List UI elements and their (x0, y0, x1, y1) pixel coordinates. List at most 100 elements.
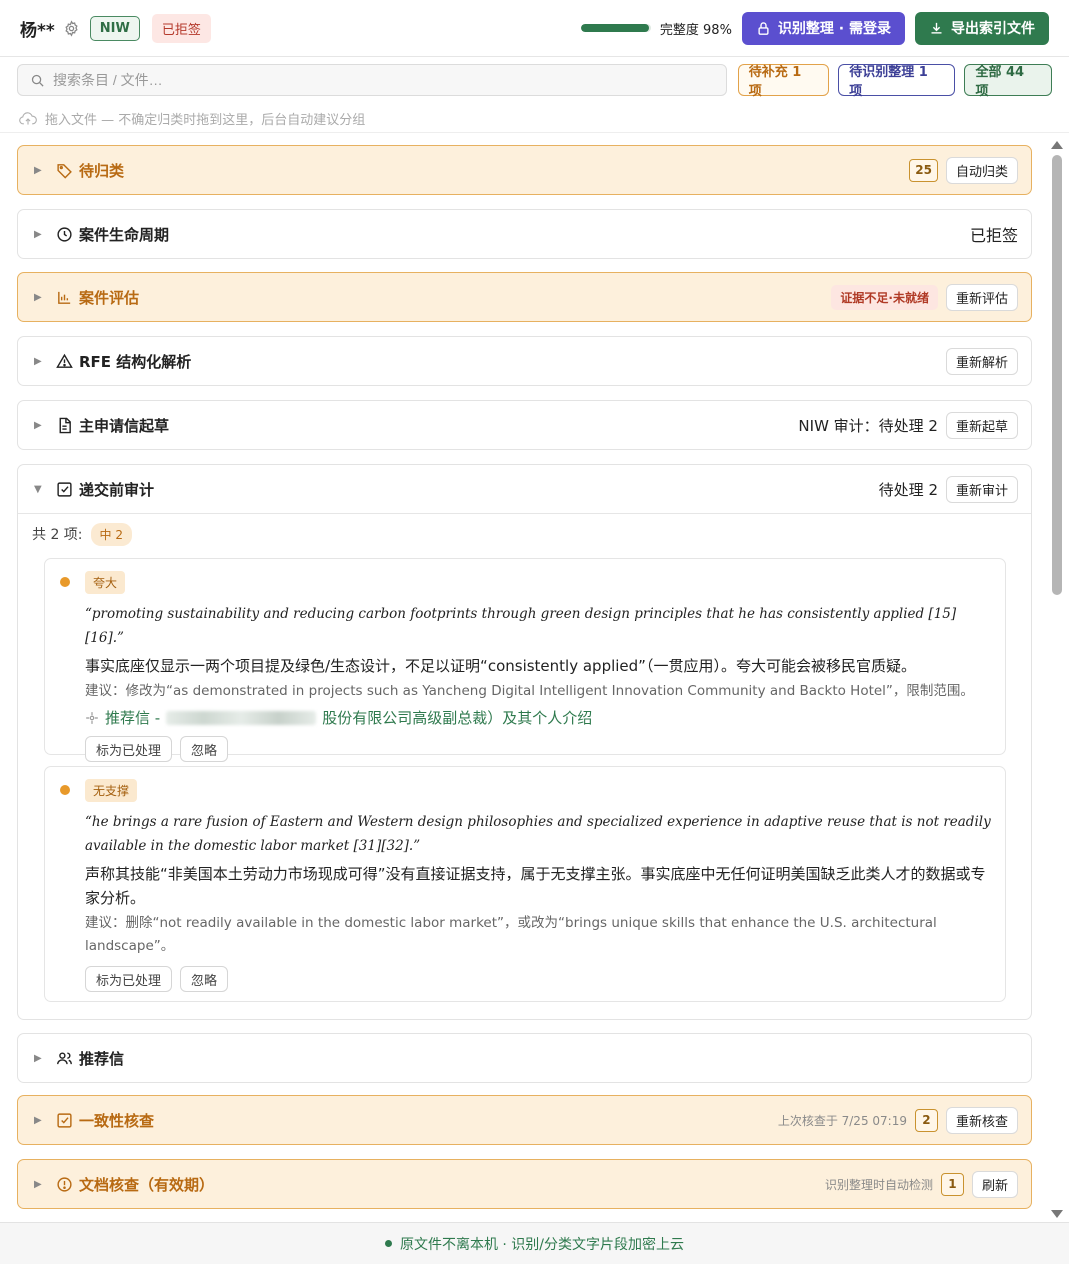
section-title: RFE 结构化解析 (79, 352, 192, 371)
section-header[interactable]: ▶ 文档核查（有效期） 识别整理时自动检测 1 刷新 (18, 1160, 1031, 1208)
count-badge: 1 (940, 1172, 964, 1196)
ignore-button[interactable]: 忽略 (180, 966, 229, 992)
reaudit-button[interactable]: 重新审计 (945, 475, 1018, 503)
auto-categorize-button[interactable]: 自动归类 (945, 156, 1018, 184)
export-button-label: 导出索引文件 (951, 21, 1035, 37)
section-header[interactable]: ▶ 推荐信 (18, 1034, 1031, 1082)
petition-status: NIW 审计：待处理 2 (798, 416, 938, 435)
caret-right-icon: ▶ (34, 1052, 42, 1064)
caret-right-icon: ▶ (34, 355, 42, 367)
vertical-scrollbar[interactable] (1050, 137, 1064, 1222)
section-header[interactable]: ▶ RFE 结构化解析 重新解析 (18, 337, 1031, 385)
completeness-label: 完整度 98% (659, 22, 732, 38)
issue-description: 事实底座仅显示一两个项目提及绿色/生态设计，不足以证明“consistently… (85, 657, 916, 675)
section-uncategorized: ▶ 待归类 25 自动归类 (17, 145, 1032, 195)
section-header[interactable]: ▶ 主申请信起草 NIW 审计：待处理 2 重新起草 (18, 401, 1031, 449)
issue-quote: “promoting sustainability and reducing c… (85, 606, 957, 646)
app-header: 杨** NIW 已拒签 完整度 98% 识别整理 · 需登录 导出索引文件 (0, 0, 1069, 57)
reparse-button[interactable]: 重新解析 (945, 347, 1018, 375)
caret-down-icon: ▼ (34, 483, 42, 495)
drop-zone[interactable]: 拖入文件 — 不确定归类时拖到这里，后台自动建议分组 (0, 105, 1069, 133)
bar-chart-icon (56, 289, 73, 306)
redraft-button[interactable]: 重新起草 (945, 411, 1018, 439)
search-input[interactable] (53, 72, 693, 88)
section-consistency: ▶ 一致性核查 上次核查于 7/25 07:19 2 重新核查 (17, 1095, 1032, 1145)
audit-issue: 夸大 “promoting sustainability and reducin… (44, 558, 1006, 762)
audit-issue: 无支撑 “he brings a rare fusion of Eastern … (44, 766, 1006, 1002)
filter-pending[interactable]: 待补充 1 项 (737, 64, 830, 99)
mark-done-button[interactable]: 标为已处理 (85, 966, 173, 992)
issue-quote: “he brings a rare fusion of Eastern and … (85, 814, 991, 854)
filter-all[interactable]: 全部 44 项 (964, 64, 1052, 99)
clock-icon (56, 226, 73, 243)
caret-right-icon: ▶ (34, 291, 42, 303)
source-prefix: 推荐信 - (105, 709, 161, 727)
download-icon (931, 22, 942, 34)
redacted-name (166, 710, 317, 725)
severity-dot (60, 577, 70, 587)
scroll-down-icon[interactable] (1051, 1210, 1063, 1218)
section-lifecycle: ▶ 案件生命周期 已拒签 (17, 209, 1032, 259)
audit-body: 共 2 项: 中 2 (18, 513, 1031, 554)
last-check-time: 上次核查于 7/25 07:19 (777, 1113, 907, 1128)
issue-actions: 标为已处理 忽略 (85, 966, 991, 992)
crosshair-icon (86, 711, 98, 724)
issue-description: 声称其技能“非美国本土劳动力市场现成可得”没有直接证据支持，属于无支撑主张。事实… (85, 865, 986, 907)
source-link[interactable]: 推荐信 - 股份有限公司高级副总裁）及其个人介绍 (85, 707, 991, 728)
section-header[interactable]: ▶ 待归类 25 自动归类 (18, 146, 1031, 194)
recognize-button-label: 识别整理 · 需登录 (777, 21, 891, 37)
ignore-button[interactable]: 忽略 (180, 736, 229, 762)
header-actions: 完整度 98% 识别整理 · 需登录 导出索引文件 (580, 11, 1049, 45)
total-label: 共 2 项: (32, 527, 83, 543)
checkbox-icon (56, 481, 73, 498)
export-button[interactable]: 导出索引文件 (915, 11, 1049, 45)
section-assessment: ▶ 案件评估 证据不足·未就绪 重新评估 (17, 272, 1032, 322)
checkbox-icon (56, 1112, 73, 1129)
refresh-button[interactable]: 刷新 (971, 1170, 1018, 1198)
gear-icon[interactable] (63, 19, 80, 37)
severity-badge: 中 2 (90, 522, 132, 546)
search-row: 待补充 1 项 待识别整理 1 项 全部 44 项 (0, 57, 1069, 103)
recheck-button[interactable]: 重新核查 (945, 1106, 1018, 1134)
section-title: 文档核查（有效期） (79, 1175, 215, 1194)
tag-icon (56, 162, 73, 179)
upload-cloud-icon (19, 111, 37, 125)
warning-icon (56, 353, 73, 370)
search-box[interactable] (17, 64, 727, 96)
validity-note: 识别整理时自动检测 (824, 1177, 933, 1192)
audit-summary: 共 2 项: 中 2 (30, 514, 1019, 554)
issue-type: 夸大 (85, 571, 126, 594)
scroll-thumb[interactable] (1052, 155, 1062, 595)
caret-right-icon: ▶ (34, 419, 42, 431)
case-status-tag: 已拒签 (151, 13, 211, 43)
lifecycle-status: 已拒签 (969, 226, 1018, 245)
mark-done-button[interactable]: 标为已处理 (85, 736, 173, 762)
visa-type-tag: NIW (89, 15, 140, 41)
alert-circle-icon (56, 1176, 73, 1193)
section-audit: ▼ 递交前审计 待处理 2 重新审计 共 2 项: 中 2 夸大 “promot… (17, 464, 1032, 1020)
issue-actions: 标为已处理 忽略 (85, 736, 991, 762)
section-recommendation: ▶ 推荐信 (17, 1033, 1032, 1083)
section-rfe: ▶ RFE 结构化解析 重新解析 (17, 336, 1032, 386)
status-dot-icon (384, 1240, 392, 1247)
severity-dot (60, 785, 70, 795)
issue-type: 无支撑 (85, 779, 138, 802)
reassess-button[interactable]: 重新评估 (945, 283, 1018, 311)
section-header[interactable]: ▼ 递交前审计 待处理 2 重新审计 (18, 465, 1031, 513)
completeness-bar (580, 24, 651, 32)
assessment-badge: 证据不足·未就绪 (831, 284, 938, 310)
count-badge: 25 (909, 158, 938, 182)
recognize-button[interactable]: 识别整理 · 需登录 (741, 11, 905, 45)
section-header[interactable]: ▶ 案件评估 证据不足·未就绪 重新评估 (18, 273, 1031, 321)
issue-suggestion: 建议：删除“not readily available in the domes… (85, 915, 937, 954)
users-icon (56, 1050, 73, 1067)
scroll-up-icon[interactable] (1051, 141, 1063, 149)
section-title: 待归类 (79, 161, 125, 180)
caret-right-icon: ▶ (34, 228, 42, 240)
client-name: 杨** (20, 20, 55, 41)
section-header[interactable]: ▶ 案件生命周期 已拒签 (18, 210, 1031, 258)
section-header[interactable]: ▶ 一致性核查 上次核查于 7/25 07:19 2 重新核查 (18, 1096, 1031, 1144)
filter-recognize[interactable]: 待识别整理 1 项 (838, 64, 956, 99)
caret-right-icon: ▶ (34, 1178, 42, 1190)
section-validity: ▶ 文档核查（有效期） 识别整理时自动检测 1 刷新 (17, 1159, 1032, 1209)
